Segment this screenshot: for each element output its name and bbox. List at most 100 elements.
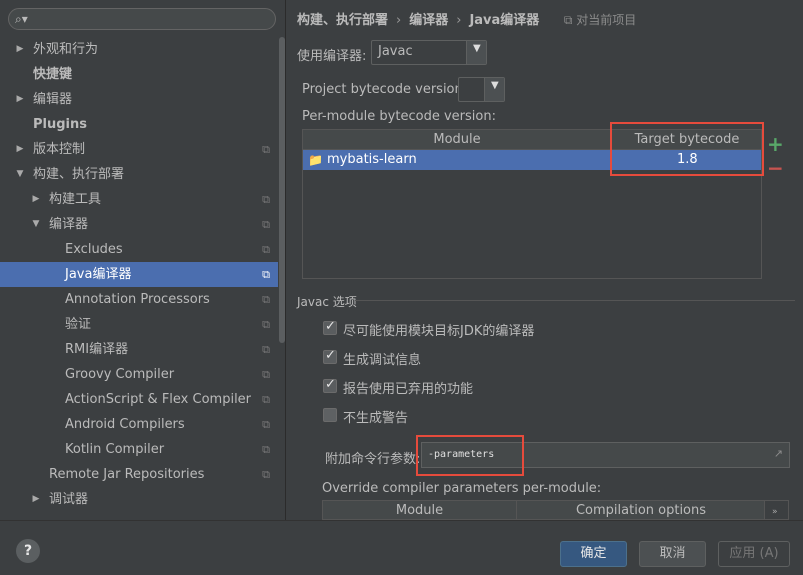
compiler-select-value: Javac (378, 44, 413, 59)
breadcrumb-item[interactable]: 构建、执行部署 (297, 13, 388, 28)
compiler-select[interactable]: Javac ▼ (371, 40, 487, 65)
breadcrumb-current: Java编译器 (469, 13, 540, 28)
sidebar-scrollbar[interactable] (278, 37, 286, 520)
highlight-box-params (416, 435, 524, 476)
column-header-module[interactable]: Module (323, 501, 517, 519)
compiler-select-dropdown[interactable]: ▼ (466, 41, 486, 64)
highlight-box-target-version (610, 122, 764, 176)
chevron-right-icon[interactable]: ▶ (30, 487, 42, 512)
project-scope-icon: ⧉ (262, 293, 270, 306)
table-toolbar: + − (762, 130, 788, 278)
project-scope-icon: ⧉ (262, 268, 270, 281)
settings-search-input[interactable]: ⌕▾ (8, 8, 276, 30)
sidebar-item-label: 版本控制 (33, 142, 86, 157)
chevron-right-icon[interactable]: ▶ (14, 87, 26, 112)
breadcrumb-separator: › (396, 13, 402, 28)
sidebar-item-label: 编译器 (49, 217, 89, 232)
sidebar-item-label: 快捷键 (33, 67, 73, 82)
column-header-module[interactable]: Module (303, 130, 612, 150)
chevron-down-icon[interactable]: ▼ (14, 162, 26, 187)
column-header-compilation-options[interactable]: Compilation options (517, 501, 764, 519)
project-bytecode-dropdown[interactable]: ▼ (484, 78, 504, 101)
sidebar-item-remote-jar-repositories[interactable]: Remote Jar Repositories ⧉ (0, 462, 278, 487)
sidebar-item-debugger[interactable]: ▶ 调试器 (0, 487, 278, 512)
project-scope-icon: ⧉ (262, 143, 270, 156)
breadcrumb-item[interactable]: 编译器 (409, 13, 448, 28)
chevron-right-icon[interactable]: ▶ (30, 187, 42, 212)
sidebar-item-label: Excludes (65, 242, 123, 257)
option-label: 报告使用已弃用的功能 (343, 382, 474, 397)
help-button[interactable]: ? (16, 539, 40, 563)
sidebar-item-editor[interactable]: ▶ 编辑器 (0, 87, 278, 112)
sidebar-item-label: Kotlin Compiler (65, 442, 165, 457)
project-scope-icon: ⧉ (262, 393, 270, 406)
sidebar-item-android-compilers[interactable]: Android Compilers ⧉ (0, 412, 278, 437)
remove-module-button[interactable]: − (767, 156, 784, 180)
ok-button[interactable]: 确定 (560, 541, 627, 567)
sidebar-item-rmi-compiler[interactable]: RMI编译器 ⧉ (0, 337, 278, 362)
checkbox-no-warnings[interactable] (323, 408, 337, 422)
sidebar-item-label: Java编译器 (65, 267, 132, 282)
chevron-down-icon: ▼ (473, 43, 481, 54)
sidebar-item-label: Remote Jar Repositories (49, 467, 205, 482)
sidebar-item-excludes[interactable]: Excludes ⧉ (0, 237, 278, 262)
checkbox-debug-info[interactable] (323, 348, 337, 364)
additional-params-label: 附加命令行参数: (325, 452, 421, 467)
option-label: 生成调试信息 (343, 353, 422, 368)
settings-main-panel: 构建、执行部署 › 编译器 › Java编译器 ⧉ 对当前项目 使用编译器: Javac… (287, 0, 803, 520)
search-icon: ⌕▾ (15, 12, 28, 26)
sidebar-item-label: 构建、执行部署 (33, 167, 125, 182)
sidebar-item-label: Android Compilers (65, 417, 185, 432)
project-scope-icon: ⧉ (262, 468, 270, 481)
option-label: 不生成警告 (343, 411, 409, 426)
project-scope-note: ⧉ 对当前项目 (564, 13, 636, 27)
sidebar-item-vcs[interactable]: ▶ 版本控制 ⧉ (0, 137, 278, 162)
sidebar-item-label: Groovy Compiler (65, 367, 175, 382)
override-params-label: Override compiler parameters per-module: (322, 481, 602, 496)
sidebar-item-label: 构建工具 (49, 192, 102, 207)
sidebar-item-validation[interactable]: 验证 ⧉ (0, 312, 278, 337)
sidebar-item-kotlin-compiler[interactable]: Kotlin Compiler ⧉ (0, 437, 278, 462)
sidebar-item-appearance[interactable]: ▶ 外观和行为 (0, 37, 278, 62)
add-module-button[interactable]: + (767, 132, 784, 156)
sidebar-item-label: 编辑器 (33, 92, 73, 107)
sidebar-item-build-tools[interactable]: ▶ 构建工具 ⧉ (0, 187, 278, 212)
settings-sidebar: ⌕▾ ▶ 外观和行为 快捷键 ▶ 编辑器 Plugins ▶ 版本控制 ⧉ ▼ … (0, 0, 286, 520)
per-module-bytecode-label: Per-module bytecode version: (302, 109, 496, 124)
sidebar-item-label: 调试器 (49, 492, 89, 507)
project-scope-icon: ⧉ (262, 243, 270, 256)
sidebar-item-keymap[interactable]: 快捷键 (0, 62, 278, 87)
settings-tree: ▶ 外观和行为 快捷键 ▶ 编辑器 Plugins ▶ 版本控制 ⧉ ▼ 构建、… (0, 37, 278, 512)
project-scope-icon: ⧉ (262, 193, 270, 206)
chevron-right-icon[interactable]: ▶ (14, 137, 26, 162)
breadcrumb: 构建、执行部署 › 编译器 › Java编译器 ⧉ 对当前项目 (297, 10, 636, 30)
apply-button[interactable]: 应用 (A) (718, 541, 790, 567)
section-divider (355, 300, 795, 301)
sidebar-item-annotation-processors[interactable]: Annotation Processors ⧉ (0, 287, 278, 312)
project-bytecode-select[interactable]: ▼ (458, 77, 505, 102)
sidebar-scrollbar-thumb[interactable] (279, 37, 285, 343)
expand-icon[interactable]: ↗ (774, 447, 783, 460)
sidebar-item-java-compiler[interactable]: Java编译器 ⧉ (0, 262, 278, 287)
sidebar-item-label: RMI编译器 (65, 342, 129, 357)
cancel-button[interactable]: 取消 (639, 541, 706, 567)
sidebar-item-label: Annotation Processors (65, 292, 210, 307)
sidebar-item-groovy-compiler[interactable]: Groovy Compiler ⧉ (0, 362, 278, 387)
chevron-right-icon[interactable]: ▶ (14, 37, 26, 62)
checkbox-report-deprecated[interactable] (323, 377, 337, 393)
chevron-down-icon[interactable]: ▼ (30, 212, 42, 237)
dialog-footer: ? 确定 取消 应用 (A) (0, 520, 803, 575)
project-scope-icon: ⧉ (262, 218, 270, 231)
override-params-table: Module Compilation options (322, 500, 765, 520)
sidebar-item-actionscript-flex-compiler[interactable]: ActionScript & Flex Compiler ⧉ (0, 387, 278, 412)
override-table-toolbar: » (765, 500, 789, 520)
sidebar-item-plugins[interactable]: Plugins (0, 112, 278, 137)
project-scope-icon: ⧉ (262, 418, 270, 431)
checkbox-use-module-jdk[interactable] (323, 319, 337, 335)
use-compiler-label: 使用编译器: (297, 49, 367, 64)
more-icon[interactable]: » (772, 507, 778, 517)
sidebar-item-build-deploy[interactable]: ▼ 构建、执行部署 (0, 162, 278, 187)
module-folder-icon: 📁 (308, 153, 323, 167)
breadcrumb-separator: › (456, 13, 462, 28)
sidebar-item-compiler[interactable]: ▼ 编译器 ⧉ (0, 212, 278, 237)
